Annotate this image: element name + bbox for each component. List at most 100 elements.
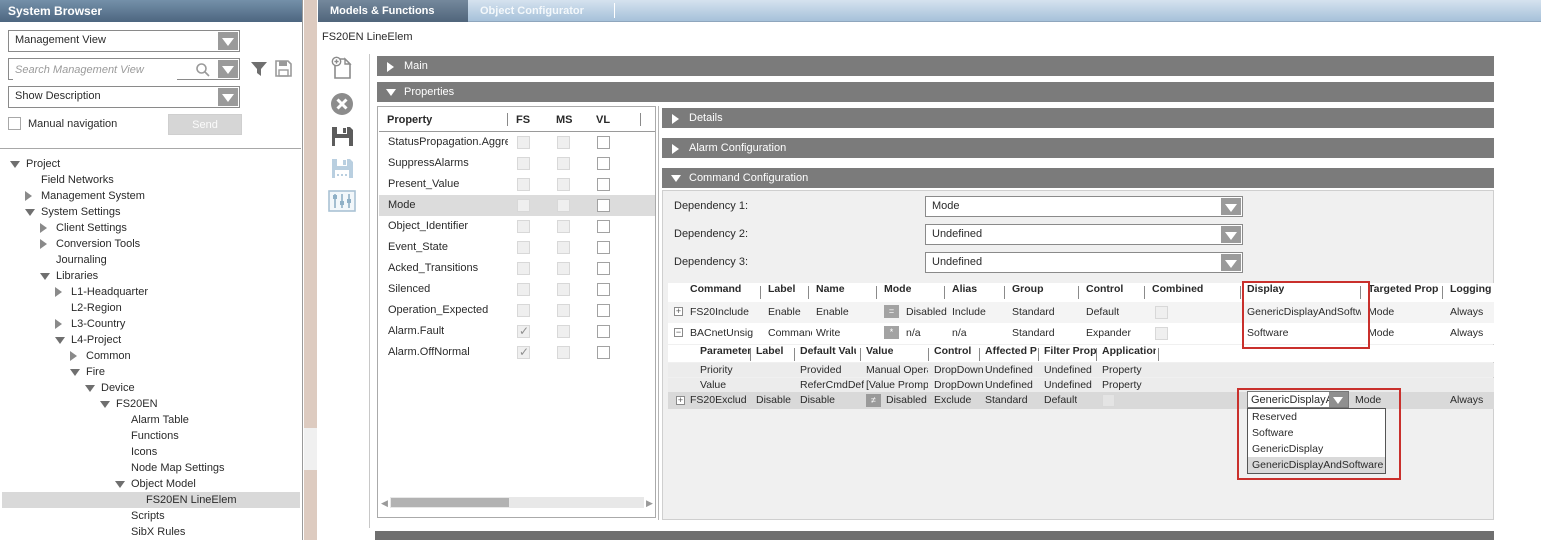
chevron-down-icon[interactable] (1221, 226, 1241, 243)
fs-checkbox[interactable] (517, 220, 530, 233)
tree-item-node-map-settings[interactable]: Node Map Settings (2, 460, 300, 476)
scroll-right-arrow[interactable]: ▶ (646, 497, 653, 509)
tree-item-device[interactable]: Device (2, 380, 300, 396)
collapsed-arrow-icon[interactable] (40, 239, 47, 249)
plus-expander-icon[interactable]: + (674, 307, 683, 316)
tree-item-alarm-table[interactable]: Alarm Table (2, 412, 300, 428)
property-row-event-state[interactable]: Event_State (379, 237, 655, 258)
tree-item-journaling[interactable]: Journaling (2, 252, 300, 268)
chevron-down-icon[interactable] (1329, 392, 1348, 407)
tab-models-functions[interactable]: Models & Functions (318, 0, 468, 22)
dropdown-option-reserved[interactable]: Reserved (1248, 409, 1385, 425)
close-icon[interactable] (330, 92, 354, 116)
vl-checkbox[interactable] (597, 199, 610, 212)
tree-item-l4-project[interactable]: L4-Project (2, 332, 300, 348)
collapsed-arrow-icon[interactable] (55, 287, 62, 297)
section-properties[interactable]: Properties (377, 82, 1494, 102)
property-row-alarm-fault[interactable]: Alarm.Fault (379, 321, 655, 342)
command-row-bacnetunsig[interactable]: −BACnetUnsigCommandWrite*n/an/aStandardE… (668, 323, 1494, 344)
section-command-configuration[interactable]: Command Configuration (662, 168, 1494, 188)
vl-checkbox[interactable] (597, 346, 610, 359)
dependency-2-select[interactable]: Undefined (925, 224, 1243, 245)
fs-column-header[interactable]: FS (516, 114, 530, 126)
dropdown-option-genericdisplayandsoftware[interactable]: GenericDisplayAndSoftware (1248, 457, 1385, 473)
fs-checkbox[interactable] (517, 157, 530, 170)
ms-checkbox[interactable] (557, 325, 570, 338)
tree-item-management-system[interactable]: Management System (2, 188, 300, 204)
property-column-header[interactable]: Property (387, 114, 432, 126)
save-as-icon[interactable] (331, 158, 353, 179)
property-row-statuspropagation-aggregat[interactable]: StatusPropagation.Aggregat (379, 132, 655, 153)
vl-checkbox[interactable] (597, 157, 610, 170)
property-row-mode[interactable]: Mode (379, 195, 655, 216)
fs-checkbox[interactable] (517, 283, 530, 296)
tree-item-functions[interactable]: Functions (2, 428, 300, 444)
parameter-row-priority[interactable]: PriorityProvidedManual OperatoDropDownUn… (668, 363, 1494, 377)
new-object-icon[interactable] (331, 56, 354, 81)
vl-checkbox[interactable] (597, 178, 610, 191)
ms-checkbox[interactable] (557, 199, 570, 212)
expanded-arrow-icon[interactable] (115, 481, 125, 488)
tree-item-sibx-rules[interactable]: SibX Rules (2, 524, 300, 540)
property-row-acked-transitions[interactable]: Acked_Transitions (379, 258, 655, 279)
tree-item-object-model[interactable]: Object Model (2, 476, 300, 492)
ms-checkbox[interactable] (557, 262, 570, 275)
combined-checkbox[interactable] (1155, 327, 1168, 340)
chevron-down-icon[interactable] (1221, 254, 1241, 271)
fs-checkbox[interactable] (517, 199, 530, 212)
ms-checkbox[interactable] (557, 178, 570, 191)
property-row-suppressalarms[interactable]: SuppressAlarms (379, 153, 655, 174)
vl-checkbox[interactable] (597, 304, 610, 317)
ms-checkbox[interactable] (557, 304, 570, 317)
section-alarm-configuration[interactable]: Alarm Configuration (662, 138, 1494, 158)
expanded-arrow-icon[interactable] (10, 161, 20, 168)
vl-column-header[interactable]: VL (596, 114, 610, 126)
tree-item-l2-region[interactable]: L2-Region (2, 300, 300, 316)
section-details[interactable]: Details (662, 108, 1494, 128)
collapsed-arrow-icon[interactable] (70, 351, 77, 361)
fs-checkbox[interactable] (517, 241, 530, 254)
dependency-3-select[interactable]: Undefined (925, 252, 1243, 273)
save-icon[interactable] (331, 126, 353, 147)
ms-column-header[interactable]: MS (556, 114, 573, 126)
tree-item-libraries[interactable]: Libraries (2, 268, 300, 284)
hscrollbar-thumb[interactable] (391, 498, 509, 507)
combined-checkbox[interactable] (1155, 306, 1168, 319)
property-row-present-value[interactable]: Present_Value (379, 174, 655, 195)
ms-checkbox[interactable] (557, 241, 570, 254)
ms-checkbox[interactable] (557, 220, 570, 233)
tree-item-system-settings[interactable]: System Settings (2, 204, 300, 220)
ms-checkbox[interactable] (557, 346, 570, 359)
tree-item-fs20en-lineelem[interactable]: FS20EN LineElem (2, 492, 300, 508)
chevron-down-icon[interactable] (1221, 198, 1241, 215)
expanded-arrow-icon[interactable] (25, 209, 35, 216)
minus-expander-icon[interactable]: − (674, 328, 683, 337)
dropdown-option-software[interactable]: Software (1248, 425, 1385, 441)
tree-item-project[interactable]: Project (2, 156, 300, 172)
splitter-grip[interactable] (304, 428, 317, 470)
expanded-arrow-icon[interactable] (70, 369, 80, 376)
fs-checkbox[interactable] (517, 136, 530, 149)
tree-item-icons[interactable]: Icons (2, 444, 300, 460)
fs-checkbox[interactable] (517, 325, 530, 338)
tree-item-fire[interactable]: Fire (2, 364, 300, 380)
scroll-left-arrow[interactable]: ◀ (381, 497, 388, 509)
dropdown-option-genericdisplay[interactable]: GenericDisplay (1248, 441, 1385, 457)
tree-item-common[interactable]: Common (2, 348, 300, 364)
property-row-silenced[interactable]: Silenced (379, 279, 655, 300)
collapsed-arrow-icon[interactable] (25, 191, 32, 201)
tree-item-client-settings[interactable]: Client Settings (2, 220, 300, 236)
ms-checkbox[interactable] (557, 157, 570, 170)
application-checkbox[interactable] (1102, 394, 1115, 407)
expanded-arrow-icon[interactable] (85, 385, 95, 392)
ms-checkbox[interactable] (557, 283, 570, 296)
command-row-fs20include[interactable]: +FS20IncludeEnableEnable=DisabledInclude… (668, 302, 1494, 323)
expanded-arrow-icon[interactable] (55, 337, 65, 344)
property-row-object-identifier[interactable]: Object_Identifier (379, 216, 655, 237)
display-dropdown-editor[interactable]: GenericDisplayAnd (1247, 391, 1349, 408)
section-main[interactable]: Main (377, 56, 1494, 76)
vl-checkbox[interactable] (597, 241, 610, 254)
tree-item-l3-country[interactable]: L3-Country (2, 316, 300, 332)
tree-item-l1-headquarter[interactable]: L1-Headquarter (2, 284, 300, 300)
vl-checkbox[interactable] (597, 325, 610, 338)
